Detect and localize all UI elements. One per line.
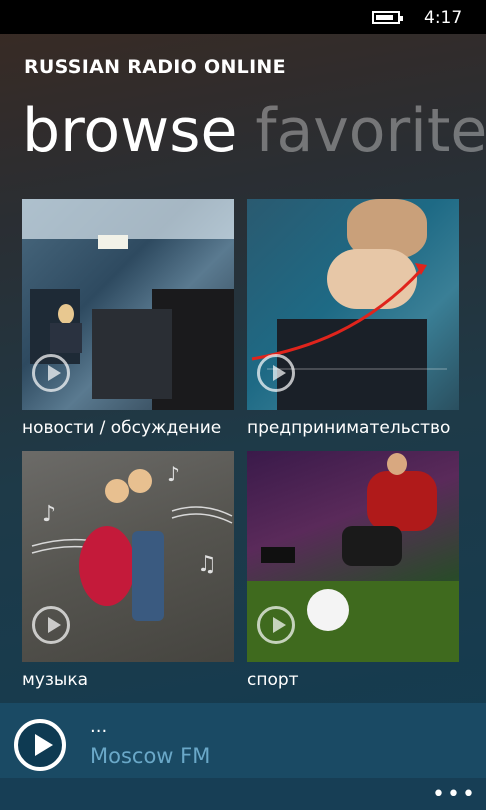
clock: 4:17 — [424, 8, 463, 28]
svg-text:♪: ♪ — [42, 502, 56, 527]
pivot-browse[interactable]: browse — [22, 96, 237, 166]
app-bar — [0, 778, 486, 810]
tile-business-label: предпринимательство — [247, 418, 451, 438]
tile-sport[interactable] — [247, 451, 459, 662]
status-bar: 4:17 — [0, 0, 486, 34]
play-icon — [257, 606, 295, 644]
play-icon — [257, 354, 295, 392]
app-title: RUSSIAN RADIO ONLINE — [24, 56, 286, 78]
pivot-header: browse favorite — [22, 96, 486, 166]
tile-news-label: новости / обсуждение — [22, 418, 222, 438]
now-playing-status: ... — [90, 716, 108, 737]
tile-music[interactable]: ♪ ♫ ♪ — [22, 451, 234, 662]
tile-music-label: музыка — [22, 670, 89, 690]
play-button-icon[interactable] — [14, 719, 66, 771]
station-name[interactable]: Moscow FM — [90, 744, 210, 768]
more-options-icon[interactable]: ••• — [432, 782, 477, 807]
pivot-favorite[interactable]: favorite — [255, 96, 486, 166]
tile-sport-label: спорт — [247, 670, 299, 690]
svg-text:♫: ♫ — [197, 552, 217, 577]
now-playing-bar — [0, 703, 486, 778]
play-icon — [32, 354, 70, 392]
play-icon — [32, 606, 70, 644]
tile-news[interactable] — [22, 199, 234, 410]
tile-business[interactable] — [247, 199, 459, 410]
svg-text:♪: ♪ — [167, 462, 180, 486]
battery-icon — [372, 11, 403, 24]
